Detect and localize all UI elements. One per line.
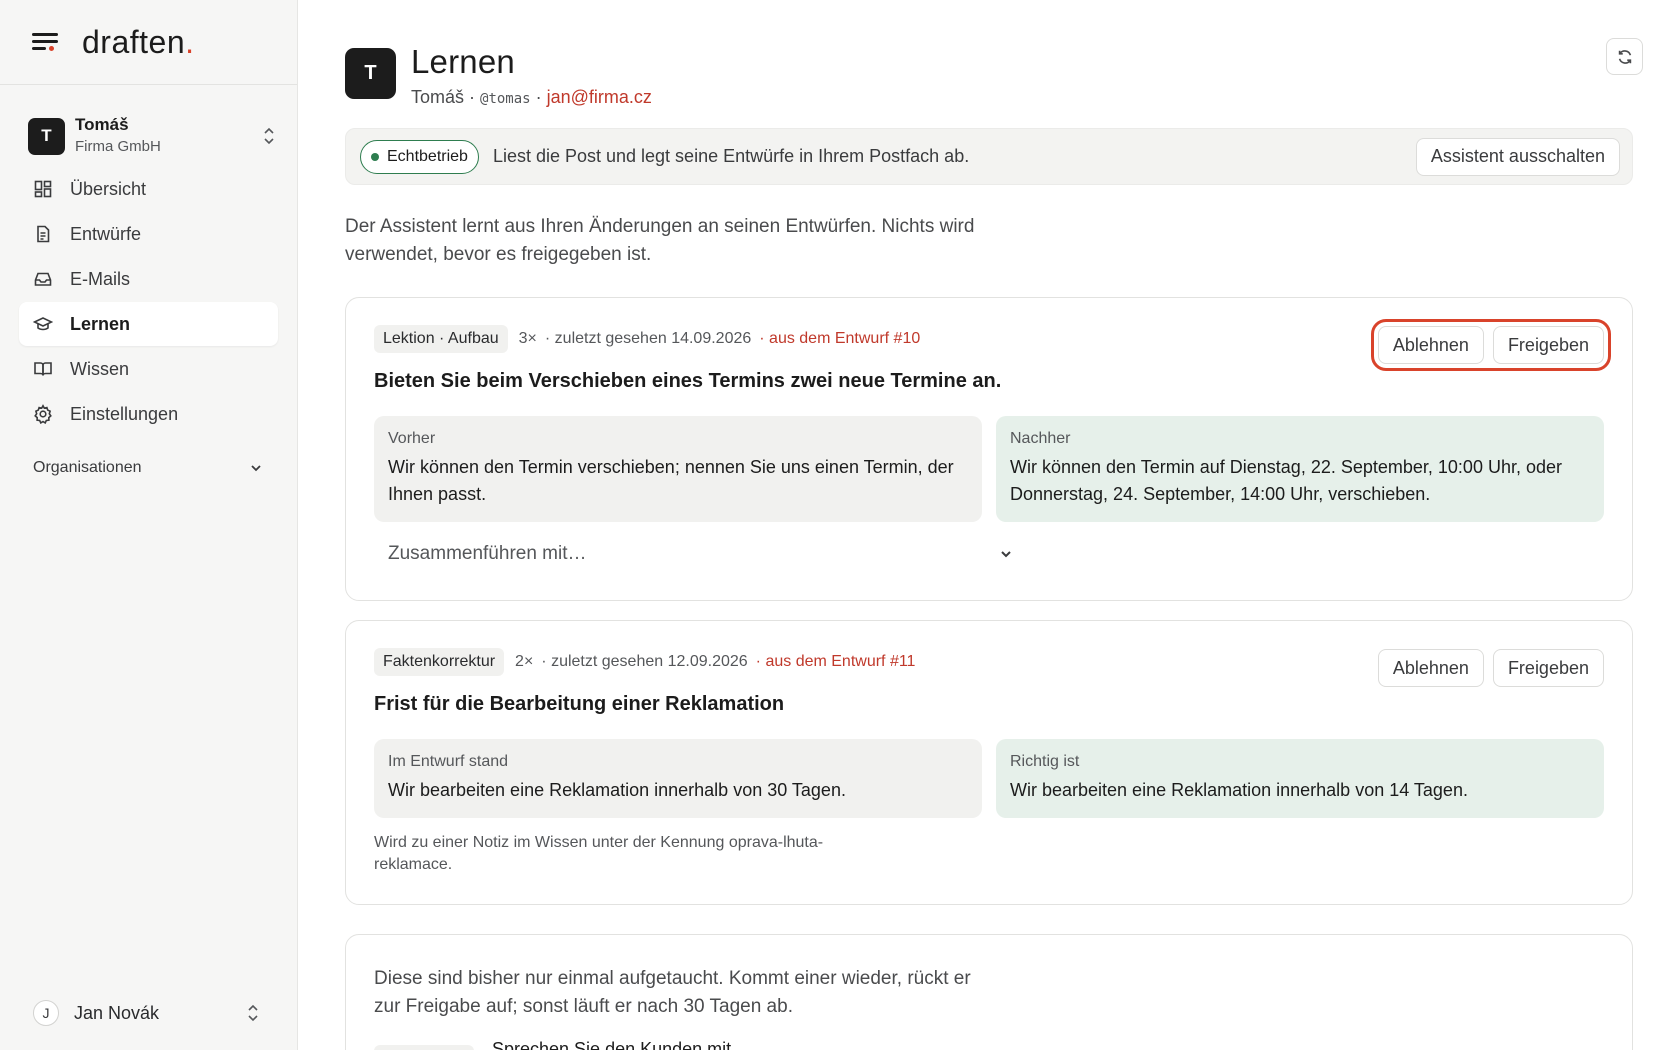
page-subtitle: Tomáš · @tomas · jan@firma.cz (411, 86, 652, 110)
sidebar-item-uebersicht[interactable]: Übersicht (19, 167, 278, 211)
before-box: Vorher Wir können den Termin verschieben… (374, 416, 982, 522)
pending-item: Sprechen Sie den Kunden mit (374, 1039, 1604, 1050)
page-avatar: T (345, 48, 396, 99)
org-switcher[interactable]: T Tomáš Firma GmbH (28, 115, 279, 157)
chevron-up-down-icon (259, 126, 279, 146)
org-company: Firma GmbH (75, 138, 161, 155)
gear-icon (33, 404, 53, 424)
org-avatar: T (28, 117, 65, 155)
user-name: Jan Novák (74, 1002, 160, 1023)
subtitle-separator: · (530, 87, 547, 107)
chevron-down-icon (1001, 551, 1011, 558)
status-text: Liest die Post und legt seine Entwürfe i… (492, 146, 970, 166)
subtitle-separator: · (464, 87, 481, 107)
before-box: Im Entwurf stand Wir bearbeiten eine Rek… (374, 739, 982, 818)
refresh-button[interactable] (1606, 38, 1643, 75)
merge-select[interactable]: Zusammenführen mit… (374, 536, 1014, 572)
chevron-up-down-icon (243, 1003, 263, 1023)
main-content: T Lernen Tomáš · @tomas · jan@firma.cz E… (298, 0, 1680, 1050)
before-label: Im Entwurf stand (388, 753, 509, 770)
source-draft-link[interactable]: · aus dem Entwurf #11 (756, 653, 916, 671)
fact-correction-card: Faktenkorrektur 2× · zuletzt gesehen 12.… (345, 620, 1633, 905)
chevron-down-icon (251, 465, 261, 472)
user-switcher[interactable]: J Jan Novák (33, 996, 263, 1030)
intro-text: Der Assistent lernt aus Ihren Änderungen… (345, 216, 975, 265)
after-text: Wir können den Termin auf Dienstag, 22. … (1010, 457, 1562, 504)
lesson-card: Lektion · Aufbau 3× · zuletzt gesehen 14… (345, 297, 1633, 601)
card-actions: Ablehnen Freigeben (1377, 649, 1604, 687)
occurrence-count: 2× (515, 653, 534, 670)
sidebar-item-label: Einstellungen (70, 403, 179, 424)
brand-logo[interactable]: draften. (82, 24, 195, 61)
menu-icon[interactable] (32, 31, 60, 53)
sidebar-item-label: Wissen (70, 358, 130, 379)
lesson-title: Frist für die Bearbeitung einer Reklamat… (374, 693, 785, 715)
pending-item-text: Sprechen Sie den Kunden mit (492, 1039, 732, 1050)
subtitle-name: Tomáš (411, 87, 465, 107)
disable-assistant-button[interactable]: Assistent ausschalten (1415, 137, 1620, 176)
sidebar-item-einstellungen[interactable]: Einstellungen (19, 392, 278, 436)
last-seen: · zuletzt gesehen 14.09.2026 (544, 330, 752, 347)
before-text: Wir können den Termin verschieben; nenne… (388, 457, 954, 504)
sidebar-item-label: Übersicht (70, 178, 147, 199)
before-text: Wir bearbeiten eine Reklamation innerhal… (388, 780, 846, 800)
approve-button[interactable]: Freigeben (1492, 649, 1604, 687)
book-icon (33, 359, 53, 379)
sidebar: draften. T Tomáš Firma GmbH Übersicht En… (0, 0, 298, 1050)
pending-lessons-card: Diese sind bisher nur einmal aufgetaucht… (345, 934, 1633, 1050)
user-avatar: J (33, 1000, 59, 1026)
card-actions: Ablehnen Freigeben (1370, 319, 1612, 371)
before-label: Vorher (388, 430, 436, 447)
sidebar-item-label: Lernen (70, 313, 131, 334)
after-box: Richtig ist Wir bearbeiten eine Reklamat… (996, 739, 1604, 818)
inbox-icon (33, 269, 53, 289)
sidebar-item-lernen[interactable]: Lernen (19, 302, 278, 346)
nav-group-organisationen[interactable]: Organisationen (33, 456, 264, 480)
subtitle-handle: @tomas (480, 91, 531, 107)
lesson-type-tag: Lektion · Aufbau (374, 325, 508, 353)
document-icon (33, 224, 53, 244)
sidebar-item-label: E-Mails (70, 268, 131, 289)
reject-button[interactable]: Ablehnen (1377, 649, 1484, 687)
reject-button[interactable]: Ablehnen (1377, 326, 1484, 364)
after-box: Nachher Wir können den Termin auf Dienst… (996, 416, 1604, 522)
refresh-icon (1618, 49, 1631, 64)
status-badge-label: Echtbetrieb (387, 147, 468, 165)
lesson-title: Bieten Sie beim Verschieben eines Termin… (374, 370, 1002, 392)
after-label: Richtig ist (1010, 753, 1080, 770)
app-root: draften. T Tomáš Firma GmbH Übersicht En… (0, 0, 1680, 1050)
nav-group-label: Organisationen (33, 459, 142, 476)
grid-icon (33, 179, 53, 199)
page-title: Lernen (411, 43, 515, 80)
org-user-name: Tomáš (75, 115, 129, 134)
sidebar-item-wissen[interactable]: Wissen (19, 347, 278, 391)
assistant-status-bar: Echtbetrieb Liest die Post und legt sein… (345, 128, 1633, 185)
graduation-cap-icon (33, 314, 53, 334)
status-dot-icon (371, 152, 379, 161)
last-seen: · zuletzt gesehen 12.09.2026 (541, 653, 748, 670)
sidebar-item-emails[interactable]: E-Mails (19, 257, 278, 301)
before-after-compare: Vorher Wir können den Termin verschieben… (374, 416, 1604, 522)
sidebar-item-label: Entwürfe (70, 223, 142, 244)
subtitle-email-link[interactable]: jan@firma.cz (547, 87, 652, 107)
merge-select-placeholder: Zusammenführen mit… (388, 543, 587, 564)
lesson-type-tag: Faktenkorrektur (374, 648, 505, 676)
after-text: Wir bearbeiten eine Reklamation innerhal… (1010, 780, 1468, 800)
sidebar-nav: Übersicht Entwürfe E-Mails Lernen Wissen… (0, 167, 297, 436)
page-header: T Lernen Tomáš · @tomas · jan@firma.cz (345, 44, 1633, 110)
before-after-compare: Im Entwurf stand Wir bearbeiten eine Rek… (374, 739, 1604, 818)
approve-button[interactable]: Freigeben (1492, 326, 1604, 364)
occurrence-count: 3× (518, 330, 537, 347)
pending-item-tag (374, 1045, 474, 1050)
sidebar-item-entwuerfe[interactable]: Entwürfe (19, 212, 278, 256)
knowledge-note: Wird zu einer Notiz im Wissen unter der … (374, 834, 824, 873)
status-badge: Echtbetrieb (360, 139, 479, 174)
source-draft-link[interactable]: · aus dem Entwurf #10 (759, 330, 920, 348)
sidebar-header: draften. (0, 0, 297, 85)
pending-info-text: Diese sind bisher nur einmal aufgetaucht… (374, 968, 971, 1017)
after-label: Nachher (1010, 430, 1071, 447)
